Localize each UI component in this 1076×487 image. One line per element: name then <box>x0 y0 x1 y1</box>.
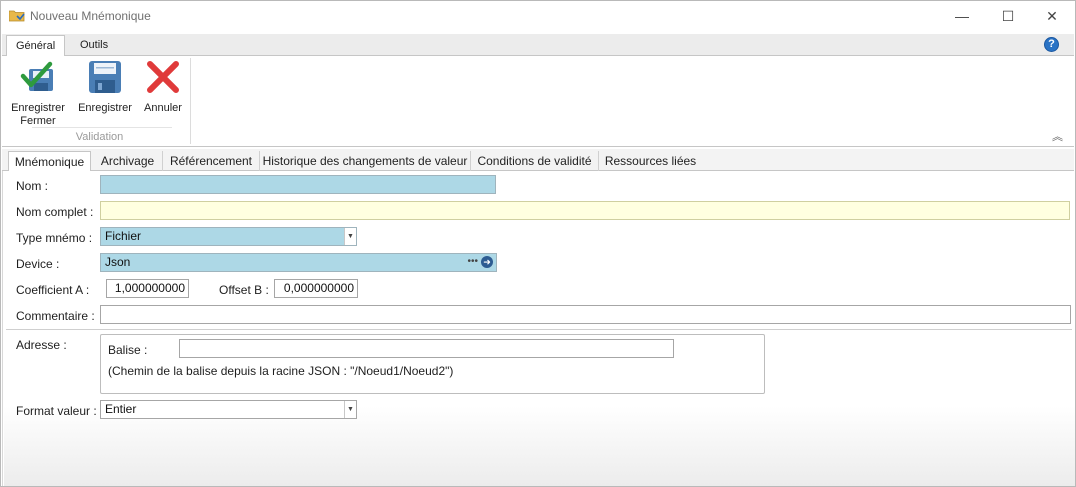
maximize-icon: ☐ <box>1001 7 1015 24</box>
window-title: Nouveau Mnémonique <box>30 9 151 23</box>
nom-label: Nom : <box>16 179 49 193</box>
content-tab-bar: Mnémonique Archivage Référencement Histo… <box>2 149 1074 172</box>
device-label: Device : <box>16 257 60 271</box>
title-bar: Nouveau Mnémonique — ☐ ✕ <box>1 1 1075 31</box>
tab-historique[interactable]: Historique des changements de valeur <box>260 151 471 171</box>
folder-icon <box>9 10 25 22</box>
save-disk-icon <box>89 61 121 93</box>
offset-b-label: Offset B : <box>219 283 269 297</box>
cancel-x-icon <box>147 61 179 93</box>
ellipsis-icon[interactable]: ••• <box>467 256 478 267</box>
group-divider <box>32 127 172 128</box>
minimize-button[interactable]: — <box>939 1 985 31</box>
nom-complet-label: Nom complet : <box>16 205 94 219</box>
balise-label: Balise : <box>108 343 148 357</box>
cancel-button[interactable]: Annuler <box>139 59 187 115</box>
group-separator <box>190 58 191 144</box>
ribbon-tab-outils[interactable]: Outils <box>71 35 117 57</box>
tab-archivage[interactable]: Archivage <box>93 151 163 171</box>
save-button[interactable]: Enregistrer <box>75 59 135 115</box>
mnemonic-window: Nouveau Mnémonique — ☐ ✕ Général Outils … <box>0 0 1076 487</box>
coefficient-a-label: Coefficient A : <box>16 283 90 297</box>
tab-referencement[interactable]: Référencement <box>163 151 260 171</box>
chevron-down-icon[interactable]: ▼ <box>344 401 356 418</box>
address-group: Balise : (Chemin de la balise depuis la … <box>100 334 765 394</box>
type-mnemo-label: Type mnémo : <box>16 231 93 245</box>
close-icon: ✕ <box>1046 7 1058 24</box>
ribbon-tab-bar: Général Outils ? <box>2 34 1074 57</box>
ribbon-group-label: Validation <box>75 131 124 143</box>
format-valeur-label: Format valeur : <box>16 404 97 418</box>
cancel-label: Annuler <box>144 102 182 114</box>
ribbon-tab-general[interactable]: Général <box>6 35 66 57</box>
commentaire-input[interactable] <box>100 305 1071 324</box>
type-mnemo-select[interactable]: Fichier ▼ <box>100 227 357 246</box>
tab-ressources-liees[interactable]: Ressources liées <box>599 151 702 171</box>
commentaire-label: Commentaire : <box>16 309 95 323</box>
tab-conditions-validite[interactable]: Conditions de validité <box>471 151 599 171</box>
save-close-button[interactable]: Enregistrer Fermer <box>8 59 68 128</box>
type-mnemo-value: Fichier <box>105 229 142 243</box>
format-valeur-value: Entier <box>105 402 137 416</box>
chevron-down-icon[interactable]: ▼ <box>344 228 356 245</box>
save-label: Enregistrer <box>78 102 132 114</box>
mnemonic-form: Nom : Nom complet : Type mnémo : Fichier… <box>2 171 1075 486</box>
save-close-label-line1: Enregistrer <box>11 102 65 114</box>
help-icon[interactable]: ? <box>1044 37 1059 52</box>
balise-hint: (Chemin de la balise depuis la racine JS… <box>108 364 454 378</box>
minimize-icon: — <box>955 8 969 24</box>
adresse-label: Adresse : <box>16 338 67 352</box>
offset-b-input[interactable]: 0,000000000 <box>274 279 358 298</box>
ribbon-panel: Enregistrer Fermer Enregistrer Annuler V… <box>2 56 1074 147</box>
tab-mnemonique[interactable]: Mnémonique <box>8 151 91 172</box>
nom-complet-input[interactable] <box>100 201 1070 220</box>
balise-input[interactable] <box>179 339 674 358</box>
collapse-ribbon-icon[interactable]: ︽ <box>1052 128 1066 143</box>
coefficient-a-input[interactable]: 1,000000000 <box>106 279 189 298</box>
close-button[interactable]: ✕ <box>1029 1 1075 31</box>
format-valeur-select[interactable]: Entier ▼ <box>100 400 357 419</box>
maximize-button[interactable]: ☐ <box>985 1 1031 31</box>
save-check-icon <box>20 61 53 91</box>
nom-input[interactable] <box>100 175 496 194</box>
device-value: Json <box>105 255 131 269</box>
arrow-right-icon[interactable]: ➜ <box>481 256 493 268</box>
device-selector[interactable]: Json ••• ➜ <box>100 253 497 272</box>
